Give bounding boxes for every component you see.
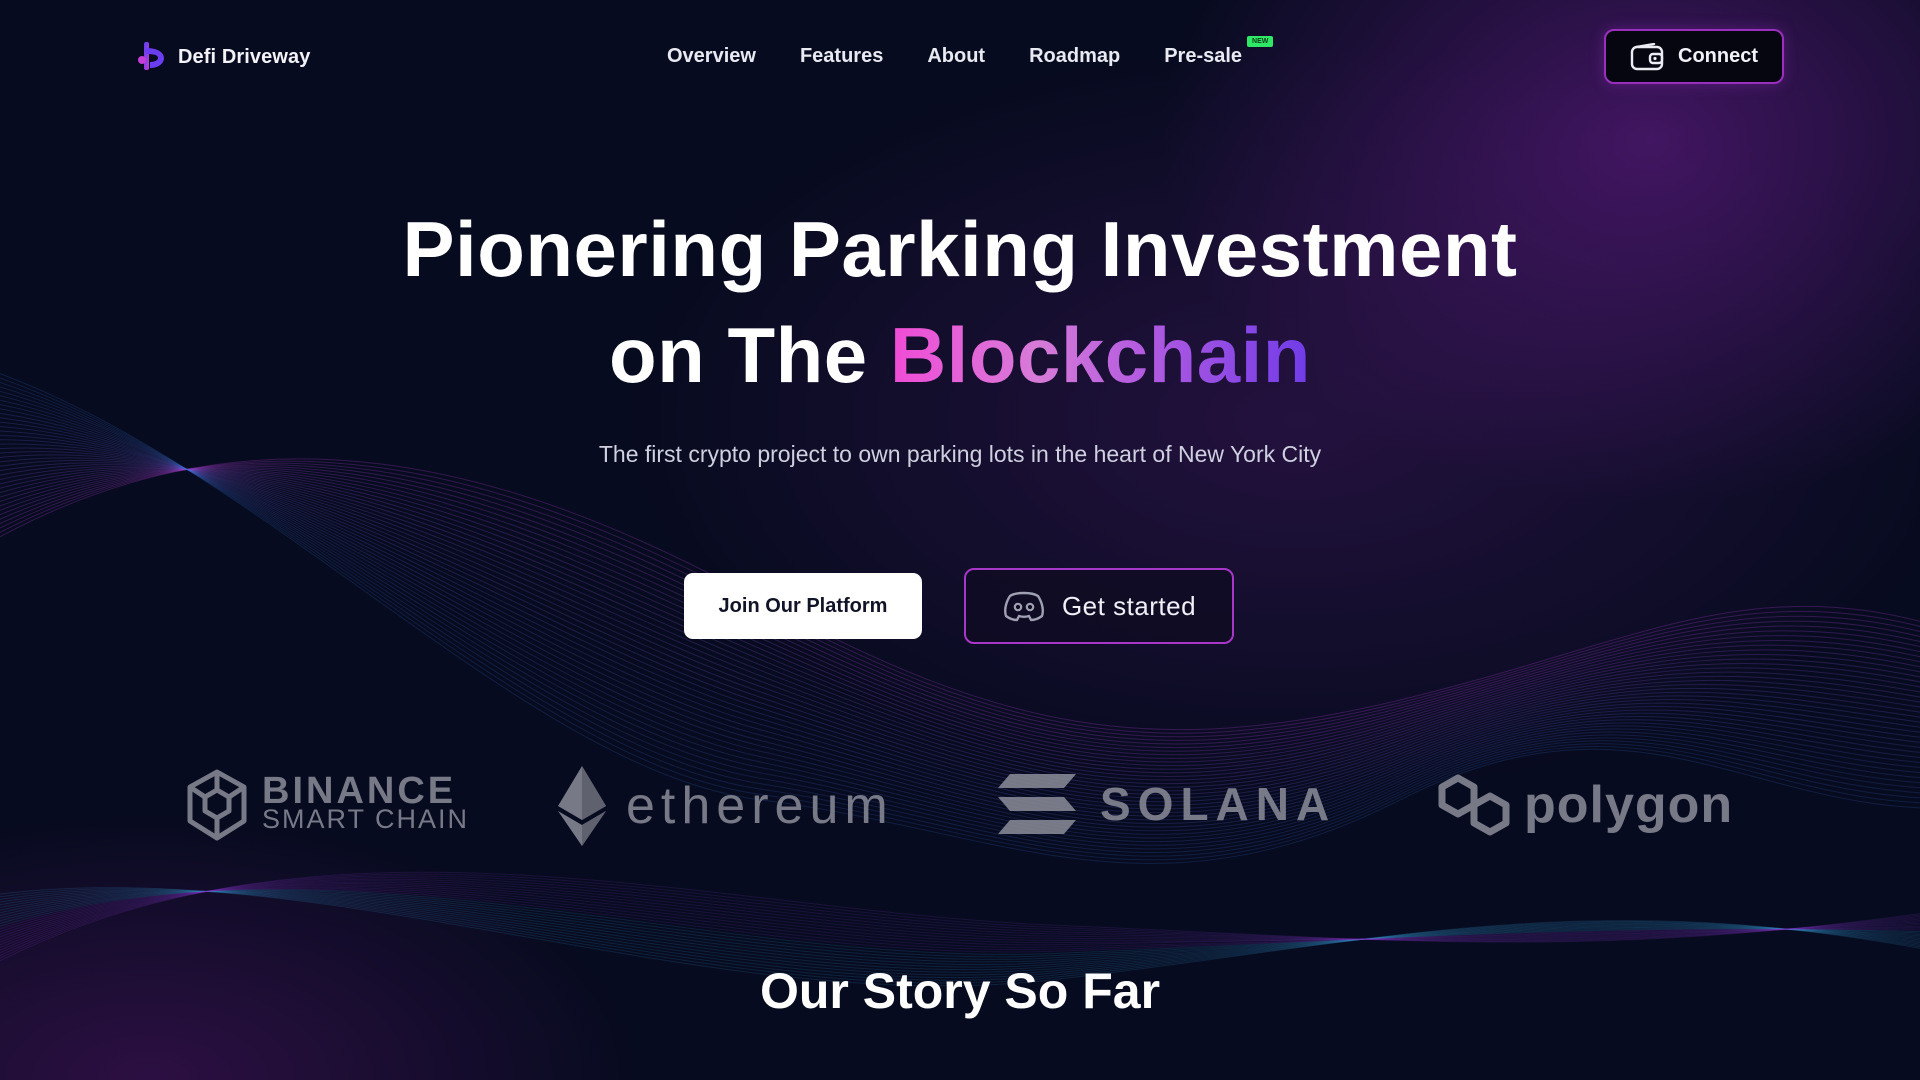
defi-driveway-logo-icon — [138, 42, 164, 70]
partner-logos: BINANCE SMART CHAIN ethereum SOLANA poly… — [0, 760, 1920, 860]
nav-link-overview[interactable]: Overview — [667, 45, 756, 68]
get-started-button[interactable]: Get started — [964, 568, 1234, 644]
hero-title: Pionering Parking Investment on The Bloc… — [0, 196, 1920, 408]
hero-title-prefix: on The — [609, 311, 890, 399]
brand-name: Defi Driveway — [178, 45, 311, 68]
binance-icon — [187, 769, 247, 841]
hero-title-line-2: on The Blockchain — [0, 302, 1920, 408]
wallet-icon — [1630, 42, 1664, 70]
nav-link-presale[interactable]: Pre-sale — [1164, 45, 1242, 67]
presale-item: Pre-sale NEW — [1164, 36, 1274, 68]
wave-mesh-background — [0, 373, 1920, 987]
binance-smart-chain-logo: BINANCE SMART CHAIN — [184, 768, 469, 842]
hero-title-line-1: Pionering Parking Investment — [402, 205, 1518, 293]
polygon-wordmark: polygon — [1524, 776, 1734, 834]
nav-link-features[interactable]: Features — [800, 45, 883, 68]
ethereum-wordmark: ethereum — [626, 777, 894, 835]
hero-subtitle: The first crypto project to own parking … — [598, 441, 1322, 467]
binance-wordmark: BINANCE SMART CHAIN — [262, 770, 470, 834]
discord-icon — [1003, 591, 1044, 622]
get-started-label: Get started — [1061, 590, 1197, 621]
solana-logo: SOLANA — [996, 772, 1336, 836]
hero-title-highlight: Blockchain — [889, 311, 1311, 399]
background-glow — [0, 0, 1920, 1080]
polygon-icon — [1438, 774, 1510, 836]
nav-link-roadmap[interactable]: Roadmap — [1029, 45, 1120, 68]
join-platform-button[interactable]: Join Our Platform — [684, 573, 922, 639]
nav-links: Overview Features About Roadmap Pre-sale… — [667, 36, 1274, 68]
new-badge: NEW — [1247, 36, 1274, 47]
ethereum-icon — [558, 766, 606, 846]
solana-icon — [998, 774, 1076, 834]
top-navigation: Defi Driveway Overview Features About Ro… — [0, 0, 1920, 116]
brand[interactable]: Defi Driveway — [136, 40, 310, 74]
ethereum-logo: ethereum — [556, 764, 894, 848]
polygon-logo: polygon — [1434, 772, 1733, 838]
connect-label: Connect — [1678, 45, 1758, 67]
solana-wordmark: SOLANA — [1100, 778, 1337, 830]
connect-wallet-button[interactable]: Connect — [1604, 29, 1784, 84]
story-section-title: Our Story So Far — [759, 963, 1161, 1019]
nav-link-about[interactable]: About — [927, 45, 985, 68]
